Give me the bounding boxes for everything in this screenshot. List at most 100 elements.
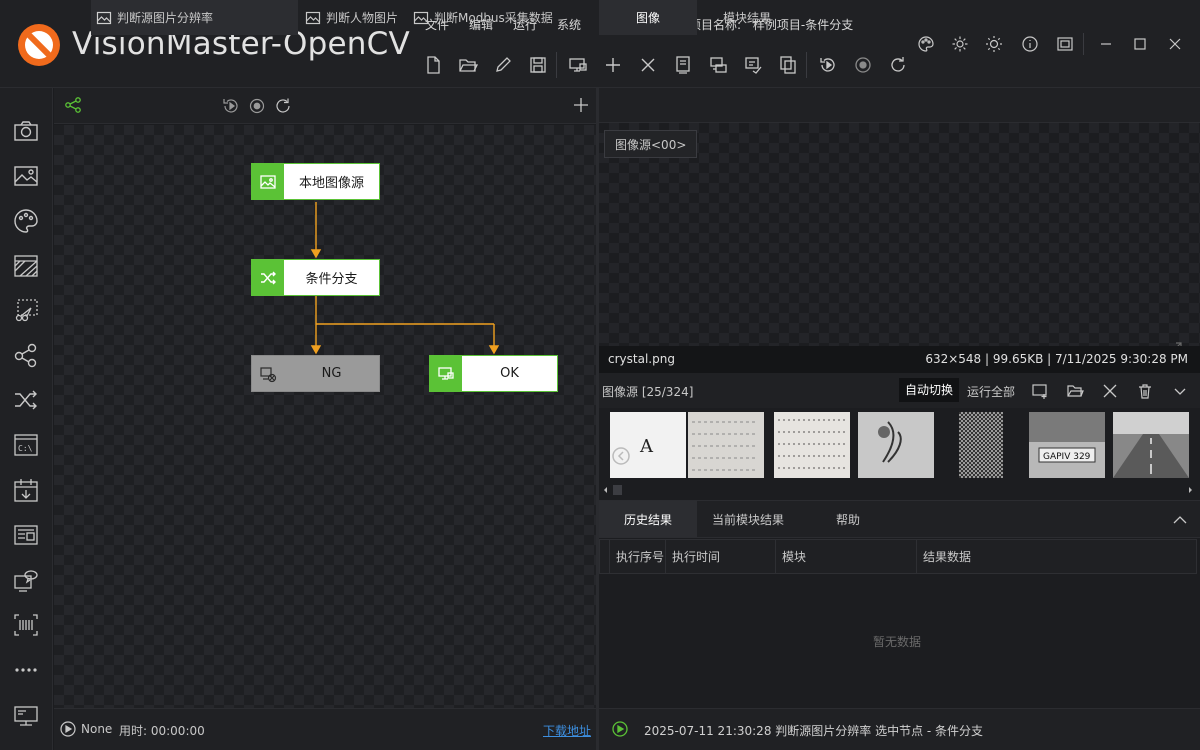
image-icon bbox=[305, 11, 321, 24]
node-image-source[interactable]: 本地图像源 bbox=[251, 163, 380, 200]
open-folder-icon[interactable] bbox=[458, 55, 478, 75]
report-icon[interactable] bbox=[12, 521, 40, 549]
copy-icon[interactable] bbox=[778, 55, 798, 75]
flow-connectors bbox=[310, 202, 500, 355]
column-header[interactable]: 模块 bbox=[776, 540, 917, 573]
camera-icon[interactable] bbox=[12, 117, 40, 145]
node-ng[interactable]: NG bbox=[251, 355, 380, 392]
chevron-down-icon[interactable] bbox=[1171, 382, 1189, 400]
tab-module-result[interactable]: 模块结果 bbox=[697, 0, 797, 35]
info-icon[interactable] bbox=[1021, 35, 1039, 53]
node-condition-branch[interactable]: 条件分支 bbox=[251, 259, 380, 296]
display-icon[interactable] bbox=[12, 702, 40, 730]
column-header[interactable]: 结果数据 bbox=[917, 540, 1197, 573]
tab-image[interactable]: 图像 bbox=[599, 0, 697, 35]
window-icon[interactable] bbox=[1056, 35, 1074, 53]
tab-process-2[interactable]: 判断人物图片 bbox=[305, 0, 398, 35]
flow-share-icon[interactable] bbox=[64, 96, 82, 114]
image-icon[interactable] bbox=[12, 162, 40, 190]
minimize-icon[interactable] bbox=[1097, 35, 1115, 53]
palette-tool-icon[interactable] bbox=[12, 207, 40, 235]
column-header[interactable]: 执行序号 bbox=[610, 540, 666, 573]
thumbnail-handwriting-2[interactable] bbox=[774, 412, 850, 478]
run-once-icon[interactable] bbox=[818, 55, 838, 75]
graph-icon[interactable] bbox=[12, 341, 40, 369]
auto-switch-button[interactable]: 自动切换 bbox=[899, 378, 960, 402]
close-icon[interactable] bbox=[1101, 382, 1119, 400]
app-logo-icon bbox=[16, 22, 62, 68]
chevron-up-icon[interactable] bbox=[1171, 511, 1189, 529]
close-icon[interactable] bbox=[638, 55, 658, 75]
settings-icon[interactable] bbox=[951, 35, 969, 53]
refresh-icon[interactable] bbox=[274, 97, 292, 115]
status-ok-icon bbox=[611, 720, 629, 738]
run-all-button[interactable]: 运行全部 bbox=[967, 383, 1015, 400]
empty-message: 暂无数据 bbox=[873, 635, 922, 649]
transfer-icon[interactable] bbox=[708, 55, 728, 75]
tab-current-module-results[interactable]: 当前模块结果 bbox=[697, 501, 799, 537]
new-file-icon[interactable] bbox=[423, 55, 443, 75]
terminal-icon[interactable]: C:\ bbox=[12, 431, 40, 459]
measure-icon[interactable] bbox=[12, 296, 40, 324]
node-label: 条件分支 bbox=[305, 272, 358, 287]
refresh-icon[interactable] bbox=[888, 55, 908, 75]
node-ok[interactable]: OK bbox=[429, 355, 558, 392]
gallery-scrollbar[interactable] bbox=[601, 484, 1197, 496]
tab-history-results[interactable]: 历史结果 bbox=[599, 501, 697, 537]
thumb-letter: A bbox=[639, 436, 654, 457]
book-icon[interactable] bbox=[673, 55, 693, 75]
add-image-icon[interactable] bbox=[1031, 382, 1049, 400]
thumbnail-handwriting-1[interactable] bbox=[688, 412, 764, 478]
delete-icon[interactable] bbox=[1136, 382, 1154, 400]
node-label: NG bbox=[321, 366, 342, 381]
image-meta: 632×548 | 99.65KB | 7/11/2025 9:30:28 PM bbox=[925, 352, 1188, 366]
node-label: OK bbox=[500, 366, 519, 381]
save-icon[interactable] bbox=[528, 55, 548, 75]
download-link[interactable]: 下载地址 bbox=[543, 722, 591, 739]
row-header-cell bbox=[600, 540, 610, 573]
thumbnail-xray[interactable] bbox=[858, 412, 934, 478]
run-once-icon[interactable] bbox=[222, 97, 240, 115]
thumbnail-letter[interactable]: A bbox=[610, 412, 686, 478]
results-table-header: 执行序号 执行时间 模块 结果数据 bbox=[599, 539, 1197, 574]
edit-icon[interactable] bbox=[493, 55, 513, 75]
tab-label: 判断Modbus采集数据 bbox=[434, 11, 553, 25]
monitor-icon[interactable] bbox=[568, 55, 588, 75]
thumbnail-road[interactable] bbox=[1113, 412, 1189, 478]
image-icon bbox=[252, 164, 284, 199]
calendar-icon[interactable] bbox=[12, 476, 40, 504]
image-icon bbox=[96, 11, 112, 24]
run-state: None bbox=[81, 722, 113, 736]
palette-icon[interactable] bbox=[917, 35, 935, 53]
open-folder-icon[interactable] bbox=[1066, 382, 1084, 400]
image-viewer[interactable] bbox=[599, 123, 1200, 373]
image-panel-tabs bbox=[599, 88, 1200, 123]
toolbar-separator bbox=[806, 52, 807, 78]
hatch-icon[interactable] bbox=[12, 252, 40, 280]
add-tab-icon[interactable] bbox=[572, 96, 590, 114]
tab-help[interactable]: 帮助 bbox=[799, 501, 897, 537]
play-icon[interactable] bbox=[59, 720, 77, 738]
thumbnail-license-plate[interactable]: GAPIV 329 bbox=[1029, 412, 1105, 478]
tab-process-1[interactable]: 判断源图片分辨率 bbox=[91, 0, 298, 35]
image-source-selector[interactable]: 图像源<00> bbox=[604, 130, 698, 158]
monitor-icon bbox=[430, 356, 462, 391]
thumbnail-texture[interactable] bbox=[959, 412, 1003, 478]
menu-system[interactable]: 系统 bbox=[557, 16, 581, 33]
record-icon[interactable] bbox=[248, 97, 266, 115]
record-icon[interactable] bbox=[853, 55, 873, 75]
barcode-icon[interactable] bbox=[12, 611, 40, 639]
comm-icon[interactable] bbox=[12, 566, 40, 594]
tab-process-3[interactable]: 判断Modbus采集数据 bbox=[413, 0, 553, 35]
close-window-icon[interactable] bbox=[1166, 35, 1184, 53]
column-header[interactable]: 执行时间 bbox=[666, 540, 776, 573]
shuffle-icon[interactable] bbox=[12, 386, 40, 414]
stamp-icon[interactable] bbox=[743, 55, 763, 75]
more-icon[interactable] bbox=[12, 656, 40, 684]
node-label: 本地图像源 bbox=[298, 176, 364, 191]
maximize-icon[interactable] bbox=[1131, 35, 1149, 53]
flow-canvas[interactable]: 本地图像源 条件分支 NG OK bbox=[54, 125, 596, 708]
add-icon[interactable] bbox=[603, 55, 623, 75]
brightness-icon[interactable] bbox=[985, 35, 1003, 53]
plate-text: GAPIV 329 bbox=[1043, 452, 1091, 462]
